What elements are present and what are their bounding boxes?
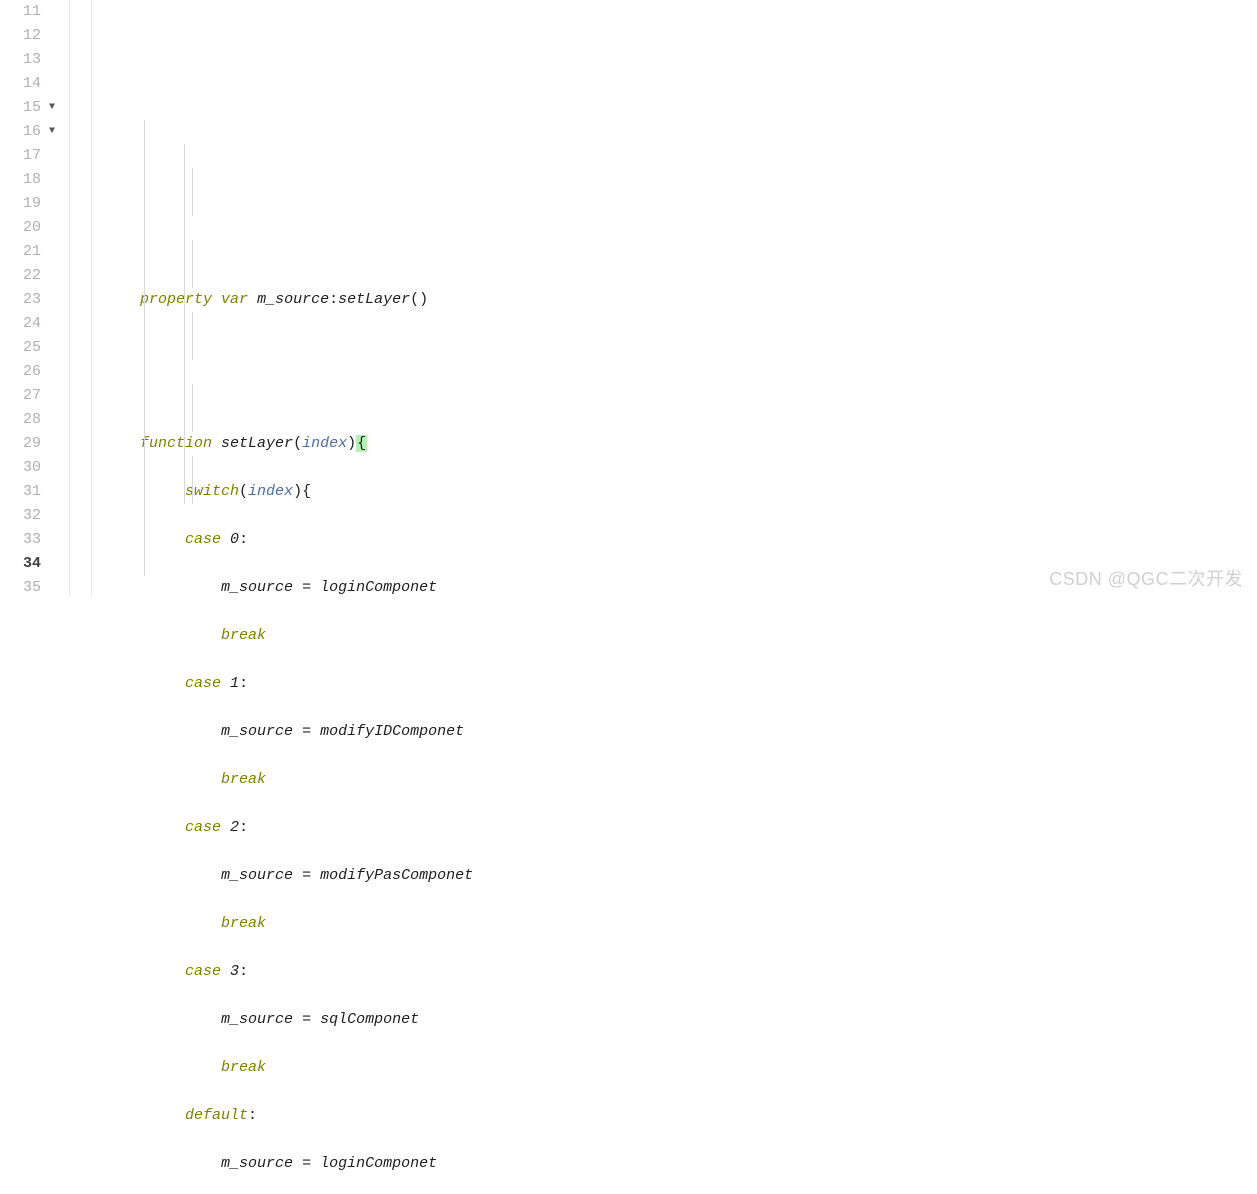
code-line[interactable]: m_source = modifyPasComponet	[104, 864, 1257, 888]
code-line[interactable]: switch(index){	[104, 480, 1257, 504]
gutter-line: 21	[0, 240, 59, 264]
code-line[interactable]: break	[104, 768, 1257, 792]
code-area[interactable]: property var m_source:setLayer() functio…	[92, 0, 1257, 597]
fold-margin	[70, 0, 92, 597]
gutter-line: 12	[0, 24, 59, 48]
code-line[interactable]: function setLayer(index){	[104, 432, 1257, 456]
gutter-line: 13	[0, 48, 59, 72]
fold-toggle-icon[interactable]: ▼	[47, 127, 57, 137]
gutter-line: 22	[0, 264, 59, 288]
line-number-gutter: 11 12 13 14 15▼ 16▼ 17 18 19 20 21 22 23…	[0, 0, 70, 597]
gutter-line: 19	[0, 192, 59, 216]
code-line[interactable]: break	[104, 912, 1257, 936]
gutter-line: 23	[0, 288, 59, 312]
code-line[interactable]: m_source = modifyIDComponet	[104, 720, 1257, 744]
code-line[interactable]: default:	[104, 1104, 1257, 1128]
gutter-line: 32	[0, 504, 59, 528]
indent-guide	[192, 240, 193, 288]
gutter-line: 17	[0, 144, 59, 168]
indent-guide	[192, 456, 193, 504]
gutter-line: 16▼	[0, 120, 59, 144]
code-line[interactable]	[104, 384, 1257, 408]
gutter-line-current: 34	[0, 552, 59, 576]
indent-guide	[144, 120, 145, 576]
code-line[interactable]: break	[104, 624, 1257, 648]
gutter-line: 30	[0, 456, 59, 480]
gutter-line: 20	[0, 216, 59, 240]
gutter-line: 11	[0, 0, 59, 24]
code-line[interactable]: break	[104, 1056, 1257, 1080]
gutter-line: 28	[0, 408, 59, 432]
code-line[interactable]: m_source = sqlComponet	[104, 1008, 1257, 1032]
gutter-line: 31	[0, 480, 59, 504]
gutter-line: 29	[0, 432, 59, 456]
gutter-line: 15▼	[0, 96, 59, 120]
code-line[interactable]: m_source = loginComponet	[104, 576, 1257, 600]
gutter-line: 14	[0, 72, 59, 96]
gutter-line: 26	[0, 360, 59, 384]
gutter-line: 35	[0, 576, 59, 600]
code-line[interactable]	[104, 336, 1257, 360]
brace-highlight: {	[356, 435, 367, 452]
code-line[interactable]: case 0:	[104, 528, 1257, 552]
indent-guide	[192, 168, 193, 216]
gutter-line: 25	[0, 336, 59, 360]
gutter-line: 18	[0, 168, 59, 192]
indent-guide	[192, 312, 193, 360]
code-line[interactable]	[104, 240, 1257, 264]
fold-toggle-icon[interactable]: ▼	[47, 103, 57, 113]
code-line[interactable]: m_source = loginComponet	[104, 1152, 1257, 1176]
gutter-line: 27	[0, 384, 59, 408]
code-editor[interactable]: 11 12 13 14 15▼ 16▼ 17 18 19 20 21 22 23…	[0, 0, 1257, 597]
gutter-line: 33	[0, 528, 59, 552]
indent-guide	[184, 144, 185, 504]
code-line[interactable]: case 1:	[104, 672, 1257, 696]
code-line[interactable]: property var m_source:setLayer()	[104, 288, 1257, 312]
code-line[interactable]: case 3:	[104, 960, 1257, 984]
gutter-line: 24	[0, 312, 59, 336]
code-line[interactable]: case 2:	[104, 816, 1257, 840]
indent-guide	[192, 384, 193, 432]
